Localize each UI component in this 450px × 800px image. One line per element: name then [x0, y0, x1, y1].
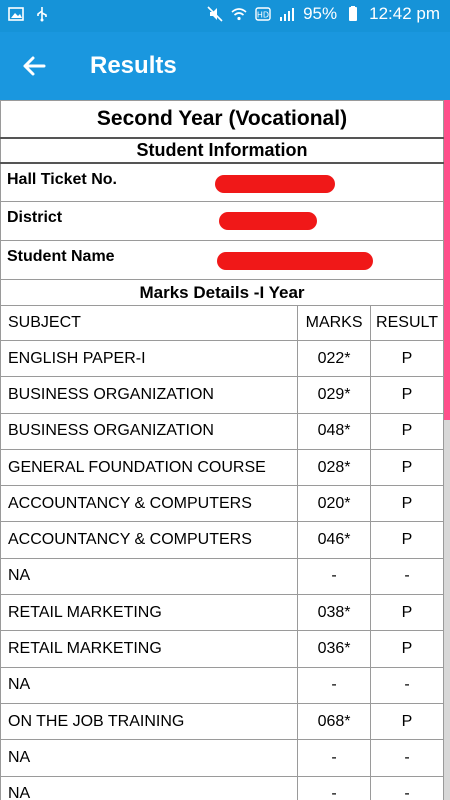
usb-icon — [34, 6, 50, 22]
subject-cell: ACCOUNTANCY & COMPUTERS — [0, 521, 299, 559]
marks-cell: 029* — [297, 376, 372, 414]
subject-cell: ENGLISH PAPER-I — [0, 339, 299, 378]
table-row: BUSINESS ORGANIZATION 048* P — [0, 412, 444, 450]
table-row: ACCOUNTANCY & COMPUTERS 046* P — [0, 521, 444, 559]
marks-cell: - — [297, 557, 372, 596]
signal-icon — [279, 6, 295, 22]
table-row: ACCOUNTANCY & COMPUTERS 020* P — [0, 485, 444, 523]
report-title: Second Year (Vocational) — [0, 100, 444, 138]
hall-ticket-row: Hall Ticket No. — [0, 162, 444, 202]
result-cell: P — [370, 521, 444, 559]
subject-cell: NA — [0, 666, 299, 704]
redacted-value — [217, 252, 373, 270]
column-header-subject: SUBJECT — [0, 305, 299, 341]
marks-cell: - — [297, 666, 372, 704]
subject-cell: NA — [0, 557, 299, 596]
marks-cell: 038* — [297, 594, 372, 632]
district-row: District — [0, 201, 444, 241]
marks-cell: 036* — [297, 630, 372, 668]
marks-rows: ENGLISH PAPER-I 022* P BUSINESS ORGANIZATIO… — [0, 339, 444, 800]
status-bar: HD 95% 12:42 pm — [0, 0, 450, 32]
column-header-marks: MARKS — [297, 305, 372, 341]
result-cell: P — [370, 702, 444, 741]
clock: 12:42 pm — [369, 4, 440, 23]
battery-icon — [345, 6, 361, 22]
redacted-value — [219, 212, 317, 230]
result-cell: - — [370, 739, 444, 777]
subject-cell: RETAIL MARKETING — [0, 630, 299, 668]
subject-cell: GENERAL FOUNDATION COURSE — [0, 448, 299, 487]
table-row: RETAIL MARKETING 038* P — [0, 594, 444, 632]
subject-cell: ON THE JOB TRAINING — [0, 702, 299, 741]
result-cell: P — [370, 412, 444, 450]
marks-cell: 020* — [297, 485, 372, 523]
result-cell: P — [370, 376, 444, 414]
redacted-value — [215, 174, 335, 193]
table-row: NA - - — [0, 557, 444, 596]
result-cell: P — [370, 448, 444, 487]
subject-cell: ACCOUNTANCY & COMPUTERS — [0, 485, 299, 523]
hd-icon: HD — [255, 6, 271, 22]
mute-icon — [207, 6, 223, 22]
marks-cell: 028* — [297, 448, 372, 487]
scroll-track — [444, 420, 450, 800]
student-name-label: Student Name — [7, 248, 115, 265]
svg-text:HD: HD — [257, 11, 269, 20]
table-row: BUSINESS ORGANIZATION 029* P — [0, 376, 444, 414]
result-cell: - — [370, 557, 444, 596]
marks-cell: 022* — [297, 339, 372, 378]
result-cell: - — [370, 775, 444, 800]
wifi-icon — [231, 6, 247, 22]
marks-heading: Marks Details -I Year — [0, 279, 444, 306]
battery-percent: 95% — [303, 4, 338, 23]
marks-cell: - — [297, 775, 372, 800]
scroll-indicator[interactable] — [444, 100, 450, 420]
table-row: GENERAL FOUNDATION COURSE 028* P — [0, 448, 444, 487]
arrow-left-icon[interactable] — [18, 50, 50, 82]
subject-cell: RETAIL MARKETING — [0, 594, 299, 632]
table-row: NA - - — [0, 739, 444, 777]
marks-cell: 048* — [297, 412, 372, 450]
column-header-result: RESULT — [370, 305, 444, 341]
district-label: District — [7, 209, 63, 226]
image-icon — [8, 6, 24, 22]
subject-cell: NA — [0, 739, 299, 777]
table-row: NA - - — [0, 666, 444, 704]
app-bar: Results — [0, 32, 450, 100]
subject-cell: NA — [0, 775, 299, 800]
result-cell: P — [370, 594, 444, 632]
results-table: Second Year (Vocational) Student Informa… — [0, 100, 444, 800]
marks-cell: 068* — [297, 702, 372, 741]
subject-cell: BUSINESS ORGANIZATION — [0, 412, 299, 450]
result-cell: - — [370, 666, 444, 704]
hall-ticket-label: Hall Ticket No. — [7, 170, 117, 188]
table-row: ON THE JOB TRAINING 068* P — [0, 702, 444, 741]
subject-cell: BUSINESS ORGANIZATION — [0, 376, 299, 414]
table-row: RETAIL MARKETING 036* P — [0, 630, 444, 668]
student-info-heading: Student Information — [0, 136, 444, 164]
table-row: ENGLISH PAPER-I 022* P — [0, 339, 444, 378]
result-cell: P — [370, 630, 444, 668]
marks-cell: 046* — [297, 521, 372, 559]
result-cell: P — [370, 339, 444, 378]
results-content[interactable]: Second Year (Vocational) Student Informa… — [0, 100, 450, 800]
result-cell: P — [370, 485, 444, 523]
page-title: Results — [90, 52, 177, 79]
student-name-row: Student Name — [0, 240, 444, 280]
table-row: NA - - — [0, 775, 444, 800]
marks-cell: - — [297, 739, 372, 777]
